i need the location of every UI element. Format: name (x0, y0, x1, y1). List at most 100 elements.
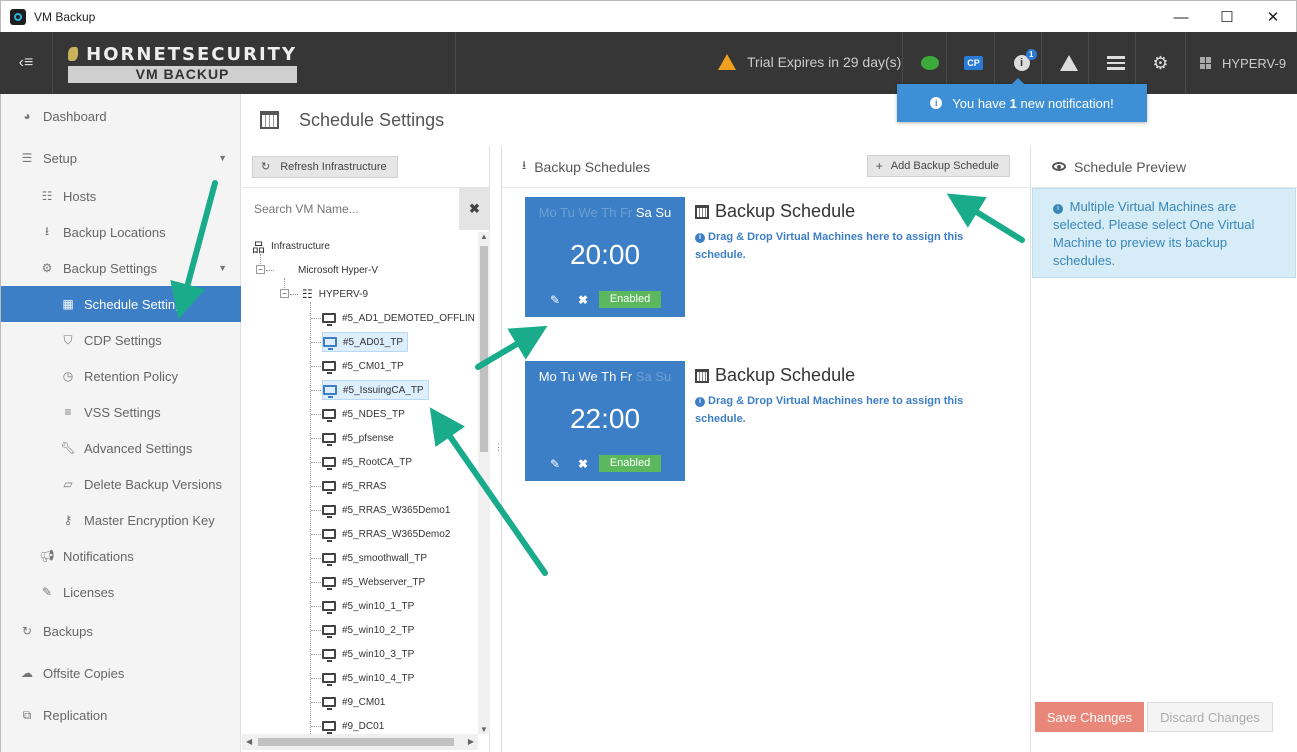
trial-notice[interactable]: Trial Expires in 29 day(s) (718, 54, 901, 70)
sidebar-item-label: Offsite Copies (43, 665, 125, 681)
maximize-button[interactable]: ☐ (1204, 1, 1250, 33)
tree-node-label: #5_RootCA_TP (342, 456, 413, 468)
scroll-thumb[interactable] (258, 738, 454, 746)
tree-node-vm[interactable]: #5_AD1_DEMOTED_OFFLIN (322, 308, 475, 328)
tree-node-label: #5_smoothwall_TP (342, 552, 428, 564)
tree-node-vm[interactable]: #5_win10_3_TP (322, 644, 414, 664)
day-label: Su (655, 369, 672, 384)
tree-node-vm[interactable]: #5_RRAS_W365Demo2 (322, 524, 450, 544)
tree-node-vm[interactable]: #5_win10_4_TP (322, 668, 414, 688)
chat-icon (920, 56, 939, 70)
tree-node-vm[interactable]: #5_pfsense (322, 428, 394, 448)
tree-node-label: #5_win10_3_TP (342, 648, 415, 660)
wrench-icon: 🔧︎ (60, 441, 76, 455)
tree-node-vm[interactable]: #5_IssuingCA_TP (322, 380, 429, 400)
sidebar-item-dashboard[interactable]: ◕ Dashboard (1, 98, 241, 134)
schedule-card[interactable]: Mo Tu We Th Fr Sa Su 22:00 ✎ ✖ Enabled (525, 361, 685, 481)
sidebar-item-setup[interactable]: ☰ Setup ▼ (1, 140, 241, 176)
monitor-icon (323, 385, 337, 398)
edit-icon: ✎ (41, 585, 53, 599)
sidebar-item-vss-settings[interactable]: ≡ VSS Settings (1, 394, 241, 430)
clock-icon: ◷ (62, 369, 74, 383)
tree-node-hyperv[interactable]: Microsoft Hyper-V (278, 260, 378, 280)
delete-schedule-icon[interactable]: ✖ (578, 457, 588, 471)
tree-horizontal-scrollbar[interactable]: ◀ ▶ (242, 734, 478, 750)
host-selector[interactable]: HYPERV-9 (1185, 32, 1297, 94)
monitor-icon (322, 721, 336, 734)
tree-node-vm[interactable]: #5_RRAS (322, 476, 386, 496)
menu-toggle-button[interactable]: ‹≡ (0, 32, 53, 94)
tree-node-infrastructure[interactable]: 品 Infrastructure (252, 236, 330, 256)
notification-toast[interactable]: i You have 1 new notification! (897, 78, 1147, 122)
minimize-button[interactable]: — (1158, 1, 1204, 33)
sidebar-item-hosts[interactable]: ☷ Hosts (1, 178, 241, 214)
add-backup-schedule-button[interactable]: + Add Backup Schedule (866, 155, 1010, 177)
tree-node-vm[interactable]: #5_smoothwall_TP (322, 548, 427, 568)
sidebar-item-offsite-copies[interactable]: ☁ Offsite Copies (1, 655, 241, 691)
refresh-icon: ↻ (261, 161, 271, 173)
sidebar-item-licenses[interactable]: ✎ Licenses (1, 574, 241, 610)
day-label: We (578, 369, 598, 384)
tree-node-label: #5_NDES_TP (342, 408, 405, 420)
sidebar-item-backup-settings[interactable]: ⚙ Backup Settings ▼ (1, 250, 241, 286)
tree-vertical-scrollbar[interactable]: ▲ ▼ (478, 232, 490, 734)
tree-node-vm[interactable]: #5_RRAS_W365Demo1 (322, 500, 450, 520)
tree-node-vm[interactable]: #5_Webserver_TP (322, 572, 425, 592)
tree-node-host[interactable]: ☷ HYPERV-9 (302, 284, 368, 304)
sidebar-item-notifications[interactable]: 📢︎ Notifications (1, 538, 241, 574)
edit-schedule-icon[interactable]: ✎ (550, 457, 560, 471)
delete-schedule-icon[interactable]: ✖ (578, 293, 588, 307)
status-badge[interactable]: Enabled (599, 455, 661, 472)
sidebar-item-label: Setup (43, 150, 77, 166)
clear-search-button[interactable]: ✖ (459, 188, 490, 230)
schedule-days: Mo Tu We Th Fr Sa Su (525, 369, 685, 384)
tree-node-vm[interactable]: #5_win10_2_TP (322, 620, 414, 640)
tree-node-vm[interactable]: #5_CM01_TP (322, 356, 404, 376)
edit-schedule-icon[interactable]: ✎ (550, 293, 560, 307)
discard-changes-button[interactable]: Discard Changes (1147, 702, 1273, 732)
schedule-dropzone[interactable]: Backup Schedule i Drag & Drop Virtual Mac… (695, 365, 995, 428)
panel-splitter[interactable]: ⋮ (491, 146, 503, 752)
tree-node-vm[interactable]: #5_NDES_TP (322, 404, 405, 424)
tree-node-vm[interactable]: #5_AD01_TP (322, 332, 409, 352)
schedule-card[interactable]: Mo Tu We Th Fr Sa Su 20:00 ✎ ✖ Enabled (525, 197, 685, 317)
sidebar-item-delete-backup-versions[interactable]: ▱ Delete Backup Versions (1, 466, 241, 502)
tree-collapse-toggle[interactable]: − (256, 265, 265, 274)
scroll-left-icon[interactable]: ◀ (246, 737, 252, 746)
refresh-icon: ↻ (21, 624, 33, 638)
logo-brand: HORNETSECURITY (86, 43, 297, 65)
status-badge[interactable]: Enabled (599, 291, 661, 308)
vm-search-input[interactable] (242, 188, 459, 230)
schedule-dropzone[interactable]: Backup Schedule i Drag & Drop Virtual Mac… (695, 201, 995, 264)
tree-node-vm[interactable]: #5_win10_1_TP (322, 596, 414, 616)
notification-badge: 1 (1026, 49, 1037, 60)
sidebar-item-backup-locations[interactable]: ⭳ Backup Locations (1, 214, 241, 250)
scroll-thumb[interactable] (480, 246, 488, 452)
sidebar-item-backups[interactable]: ↻ Backups (1, 613, 241, 649)
download-icon: ⭳ (44, 223, 50, 238)
tree-node-vm[interactable]: #9_CM01 (322, 692, 385, 712)
bullhorn-icon: 📢︎ (39, 549, 55, 563)
sidebar-item-label: Backup Locations (63, 224, 166, 240)
sidebar-item-master-encryption-key[interactable]: ⚷ Master Encryption Key (1, 502, 241, 538)
scroll-right-icon[interactable]: ▶ (468, 737, 474, 746)
sidebar-item-advanced-settings[interactable]: 🔧︎ Advanced Settings (1, 430, 241, 466)
sidebar-item-retention-policy[interactable]: ◷ Retention Policy (1, 358, 241, 394)
monitor-icon (322, 625, 336, 638)
tree-node-vm[interactable]: #5_RootCA_TP (322, 452, 412, 472)
tree-collapse-toggle[interactable]: − (280, 289, 289, 298)
day-label: Fr (619, 205, 633, 220)
cp-icon: CP (964, 56, 983, 70)
save-changes-button[interactable]: Save Changes (1035, 702, 1144, 732)
sidebar-item-schedule-settings[interactable]: ▦ Schedule Settings (1, 286, 241, 322)
sidebar-item-replication[interactable]: ⧉ Replication (1, 697, 241, 733)
close-button[interactable]: ✕ (1250, 1, 1296, 33)
settings-icon: ⚙ (1152, 52, 1169, 73)
refresh-infrastructure-button[interactable]: ↻ Refresh Infrastructure (252, 155, 398, 178)
tree-node-vm[interactable]: #9_DC01 (322, 716, 384, 734)
alert-icon (1059, 55, 1078, 71)
scroll-down-icon[interactable]: ▼ (480, 725, 488, 734)
sidebar-item-cdp-settings[interactable]: ⛉ CDP Settings (1, 322, 241, 358)
scroll-up-icon[interactable]: ▲ (480, 232, 488, 241)
notification-suffix: new notification! (1020, 95, 1114, 111)
